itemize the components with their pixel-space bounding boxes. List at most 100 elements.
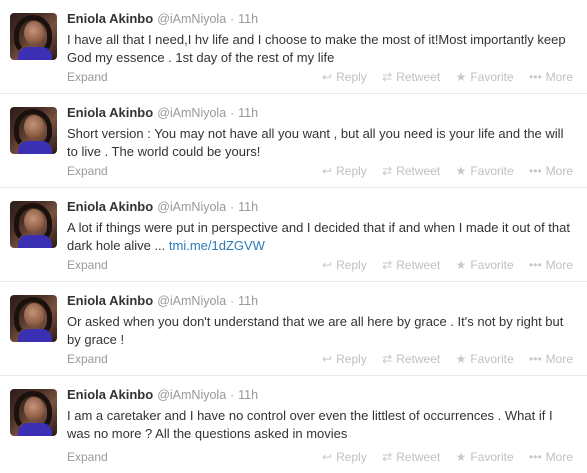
tweet-text: A lot if things were put in perspective …	[67, 219, 577, 255]
reply-arrow-icon: ↩	[322, 352, 333, 366]
avatar[interactable]	[10, 389, 57, 436]
timestamp[interactable]: 11h	[238, 106, 258, 120]
ellipsis-icon: •••	[529, 258, 542, 272]
reply-arrow-icon: ↩	[322, 450, 333, 464]
retweet-label: Retweet	[396, 258, 441, 272]
favorite-button[interactable]: ★ Favorite	[456, 258, 514, 272]
star-icon: ★	[455, 258, 467, 272]
favorite-label: Favorite	[470, 352, 514, 366]
reply-arrow-icon: ↩	[322, 70, 333, 84]
expand-link[interactable]: Expand	[67, 164, 108, 178]
separator: ·	[230, 388, 235, 402]
reply-label: Reply	[336, 164, 367, 178]
favorite-button[interactable]: ★ Favorite	[456, 164, 514, 178]
tweet-feed: Eniola Akinbo @iAmNiyola · 11h I have all t…	[0, 0, 587, 473]
tweet-item[interactable]: Eniola Akinbo @iAmNiyola · 11h Short versio…	[0, 94, 587, 188]
ellipsis-icon: •••	[529, 164, 542, 178]
retweet-button[interactable]: ⇄ Retweet	[382, 164, 440, 178]
tweet-header: Eniola Akinbo @iAmNiyola · 11h	[67, 11, 258, 26]
more-button[interactable]: ••• More	[529, 450, 573, 464]
avatar[interactable]	[10, 13, 57, 60]
favorite-label: Favorite	[470, 164, 514, 178]
favorite-button[interactable]: ★ Favorite	[456, 352, 514, 366]
reply-button[interactable]: ↩ Reply	[322, 450, 367, 464]
reply-button[interactable]: ↩ Reply	[322, 164, 367, 178]
reply-button[interactable]: ↩ Reply	[322, 258, 367, 272]
retweet-button[interactable]: ⇄ Retweet	[382, 70, 440, 84]
tweet-actions: ↩ Reply ⇄ Retweet ★ Favorite ••• More	[310, 450, 573, 464]
reply-label: Reply	[336, 258, 367, 272]
tweet-header: Eniola Akinbo @iAmNiyola · 11h	[67, 293, 258, 308]
retweet-button[interactable]: ⇄ Retweet	[382, 258, 440, 272]
favorite-button[interactable]: ★ Favorite	[456, 450, 514, 464]
tweet-text: Short version : You may not have all you…	[67, 125, 577, 161]
avatar[interactable]	[10, 107, 57, 154]
author-name[interactable]: Eniola Akinbo	[67, 293, 153, 308]
tweet-header: Eniola Akinbo @iAmNiyola · 11h	[67, 105, 258, 120]
tweet-item[interactable]: Eniola Akinbo @iAmNiyola · 11h A lot if thi…	[0, 188, 587, 282]
tweet-text: I have all that I need,I hv life and I c…	[67, 31, 577, 67]
retweet-icon: ⇄	[382, 450, 393, 464]
timestamp[interactable]: 11h	[238, 388, 258, 402]
retweet-button[interactable]: ⇄ Retweet	[382, 352, 440, 366]
author-handle[interactable]: @iAmNiyola	[157, 12, 226, 26]
retweet-icon: ⇄	[382, 164, 393, 178]
retweet-label: Retweet	[396, 70, 441, 84]
retweet-icon: ⇄	[382, 352, 393, 366]
favorite-label: Favorite	[470, 70, 514, 84]
ellipsis-icon: •••	[529, 450, 542, 464]
expand-link[interactable]: Expand	[67, 450, 108, 464]
author-handle[interactable]: @iAmNiyola	[157, 106, 226, 120]
tweet-actions: ↩ Reply ⇄ Retweet ★ Favorite ••• More	[310, 164, 573, 178]
retweet-icon: ⇄	[382, 70, 393, 84]
tweet-text-body: A lot if things were put in perspective …	[67, 220, 570, 253]
tweet-text-body: I am a caretaker and I have no control o…	[67, 408, 553, 441]
tweet-link[interactable]: tmi.me/1dZGVW	[169, 238, 265, 253]
expand-link[interactable]: Expand	[67, 258, 108, 272]
author-name[interactable]: Eniola Akinbo	[67, 105, 153, 120]
author-handle[interactable]: @iAmNiyola	[157, 294, 226, 308]
retweet-button[interactable]: ⇄ Retweet	[382, 450, 440, 464]
more-button[interactable]: ••• More	[529, 352, 573, 366]
tweet-text: I am a caretaker and I have no control o…	[67, 407, 577, 443]
tweet-text-body: Or asked when you don't understand that …	[67, 314, 564, 347]
author-name[interactable]: Eniola Akinbo	[67, 199, 153, 214]
author-name[interactable]: Eniola Akinbo	[67, 387, 153, 402]
favorite-button[interactable]: ★ Favorite	[456, 70, 514, 84]
author-handle[interactable]: @iAmNiyola	[157, 388, 226, 402]
star-icon: ★	[455, 164, 467, 178]
more-label: More	[545, 450, 573, 464]
tweet-item[interactable]: Eniola Akinbo @iAmNiyola · 11h Or asked whe…	[0, 282, 587, 376]
timestamp[interactable]: 11h	[238, 294, 258, 308]
reply-arrow-icon: ↩	[322, 164, 333, 178]
tweet-actions: ↩ Reply ⇄ Retweet ★ Favorite ••• More	[310, 258, 573, 272]
avatar[interactable]	[10, 295, 57, 342]
separator: ·	[230, 12, 235, 26]
star-icon: ★	[455, 352, 467, 366]
timestamp[interactable]: 11h	[238, 12, 258, 26]
more-button[interactable]: ••• More	[529, 164, 573, 178]
more-button[interactable]: ••• More	[529, 258, 573, 272]
reply-button[interactable]: ↩ Reply	[322, 70, 367, 84]
separator: ·	[230, 200, 235, 214]
timestamp[interactable]: 11h	[238, 200, 258, 214]
tweet-item[interactable]: Eniola Akinbo @iAmNiyola · 11h I am a caret…	[0, 376, 587, 473]
reply-label: Reply	[336, 70, 367, 84]
author-name[interactable]: Eniola Akinbo	[67, 11, 153, 26]
favorite-label: Favorite	[470, 450, 514, 464]
expand-link[interactable]: Expand	[67, 352, 108, 366]
tweet-item[interactable]: Eniola Akinbo @iAmNiyola · 11h I have all t…	[0, 0, 587, 94]
retweet-label: Retweet	[396, 164, 441, 178]
star-icon: ★	[455, 70, 467, 84]
reply-button[interactable]: ↩ Reply	[322, 352, 367, 366]
avatar[interactable]	[10, 201, 57, 248]
more-label: More	[545, 258, 573, 272]
more-label: More	[545, 70, 573, 84]
reply-label: Reply	[336, 352, 367, 366]
favorite-label: Favorite	[470, 258, 514, 272]
more-button[interactable]: ••• More	[529, 70, 573, 84]
separator: ·	[230, 106, 235, 120]
ellipsis-icon: •••	[529, 70, 542, 84]
author-handle[interactable]: @iAmNiyola	[157, 200, 226, 214]
expand-link[interactable]: Expand	[67, 70, 108, 84]
